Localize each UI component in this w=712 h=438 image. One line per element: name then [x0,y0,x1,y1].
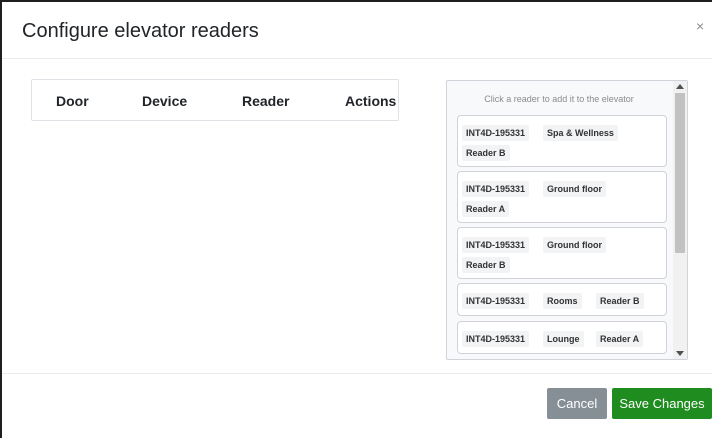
reader-name: Reader A [596,331,644,347]
modal-footer: Cancel Save Changes [2,373,712,438]
reader-door: Ground floor [543,181,606,197]
chevron-down-icon[interactable] [676,351,684,356]
reader-door: Ground floor [543,237,606,253]
reader-door: Spa & Wellness [543,125,618,141]
reader-device: INT4D-195331 [462,181,530,197]
reader-panel-hint: Click a reader to add it to the elevator [484,94,634,104]
reader-card[interactable]: INT4D-195331 Spa & Wellness Reader B [457,115,667,167]
reader-panel-scrollbar[interactable] [673,81,687,359]
modal-title: Configure elevator readers [22,20,259,42]
assigned-readers-table: Door Device Reader Actions [31,79,399,121]
configure-elevator-readers-modal: Configure elevator readers × Door Device… [0,0,712,438]
reader-name: Reader B [462,145,510,161]
reader-card[interactable]: INT4D-195331 Lounge Reader A [457,321,667,354]
cancel-button[interactable]: Cancel [547,388,607,419]
reader-device: INT4D-195331 [462,237,530,253]
close-icon[interactable]: × [696,16,712,36]
column-header-door: Door [56,93,89,109]
save-changes-button[interactable]: Save Changes [612,388,712,419]
reader-device: INT4D-195331 [462,293,530,309]
reader-device: INT4D-195331 [462,125,530,141]
reader-name: Reader B [462,257,510,273]
column-header-device: Device [142,93,188,109]
reader-door: Lounge [543,331,584,347]
column-header-actions: Actions [345,93,397,109]
column-header-reader: Reader [242,93,290,109]
reader-device: INT4D-195331 [462,331,530,347]
available-readers-panel: Click a reader to add it to the elevator… [446,80,688,360]
reader-name: Reader A [462,201,510,217]
reader-card[interactable]: INT4D-195331 Rooms Reader B [457,283,667,316]
reader-door: Rooms [543,293,582,309]
chevron-up-icon[interactable] [676,84,684,89]
reader-card[interactable]: INT4D-195331 Ground floor Reader B [457,227,667,279]
modal-header: Configure elevator readers × [2,2,712,59]
reader-name: Reader B [596,293,644,309]
reader-card[interactable]: INT4D-195331 Ground floor Reader A [457,171,667,223]
scrollbar-thumb[interactable] [675,93,685,253]
